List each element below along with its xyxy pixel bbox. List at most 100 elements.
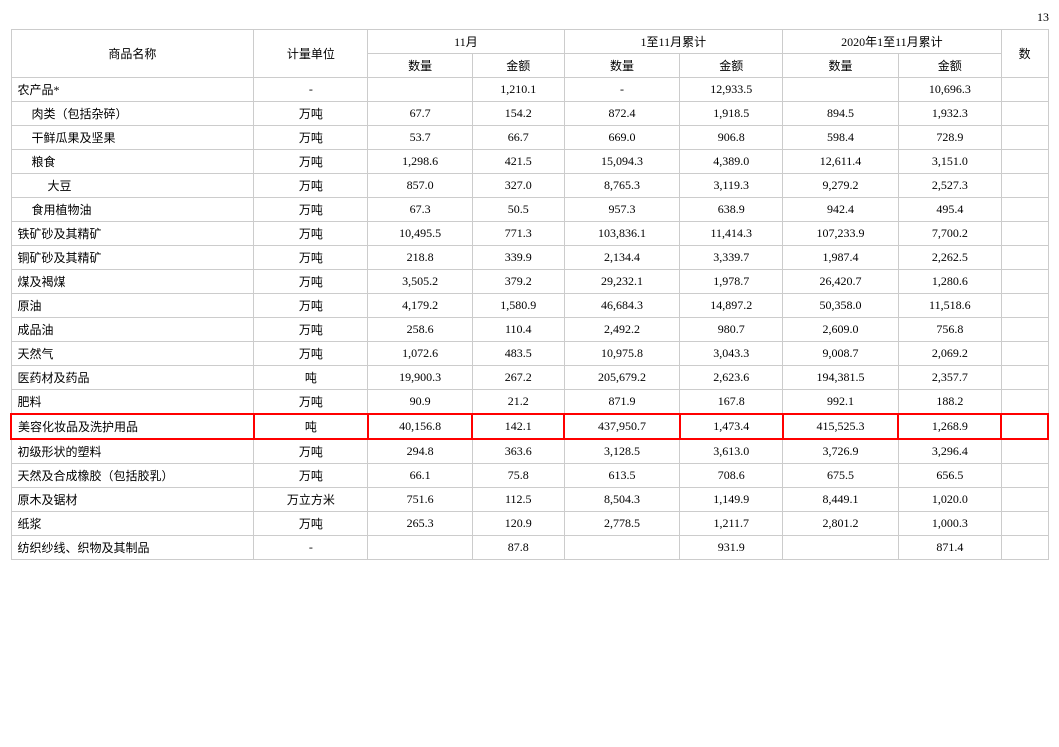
cell-ytd-amt: 2,623.6 — [680, 366, 783, 390]
cell-product-name: 成品油 — [11, 318, 254, 342]
cell-extra — [1001, 246, 1048, 270]
cell-extra — [1001, 342, 1048, 366]
cell-product-name: 原木及锯材 — [11, 488, 254, 512]
cell-extra — [1001, 488, 1048, 512]
cell-nov-amt: 66.7 — [472, 126, 564, 150]
cell-nov-qty: 265.3 — [368, 512, 473, 536]
cell-prev-qty: 894.5 — [783, 102, 899, 126]
cell-nov-amt: 112.5 — [472, 488, 564, 512]
cell-prev-amt: 2,262.5 — [898, 246, 1001, 270]
cell-ytd-amt: 3,043.3 — [680, 342, 783, 366]
cell-ytd-qty: 872.4 — [564, 102, 680, 126]
cell-unit: - — [254, 78, 368, 102]
cell-unit: 万吨 — [254, 270, 368, 294]
cell-product-name: 大豆 — [11, 174, 254, 198]
cell-unit: 万吨 — [254, 222, 368, 246]
cell-unit: 万吨 — [254, 512, 368, 536]
cell-ytd-amt: 11,414.3 — [680, 222, 783, 246]
cell-unit: 万吨 — [254, 318, 368, 342]
cell-unit: 万立方米 — [254, 488, 368, 512]
cell-ytd-qty: 613.5 — [564, 464, 680, 488]
cell-nov-amt: 421.5 — [472, 150, 564, 174]
cell-product-name: 干鲜瓜果及坚果 — [11, 126, 254, 150]
table-row: 粮食万吨1,298.6421.515,094.34,389.012,611.43… — [11, 150, 1048, 174]
cell-unit: 吨 — [254, 366, 368, 390]
cell-unit: 万吨 — [254, 390, 368, 415]
cell-unit: 吨 — [254, 414, 368, 439]
cell-nov-qty: 67.7 — [368, 102, 473, 126]
cell-ytd-qty: 871.9 — [564, 390, 680, 415]
cell-nov-qty: 67.3 — [368, 198, 473, 222]
cell-prev-amt: 495.4 — [898, 198, 1001, 222]
cell-ytd-qty: 2,134.4 — [564, 246, 680, 270]
col-ytd-amt: 金额 — [680, 54, 783, 78]
col-prev-amt: 金额 — [898, 54, 1001, 78]
cell-prev-qty: 2,801.2 — [783, 512, 899, 536]
cell-prev-qty: 8,449.1 — [783, 488, 899, 512]
cell-product-name: 粮食 — [11, 150, 254, 174]
cell-prev-amt: 10,696.3 — [898, 78, 1001, 102]
cell-nov-amt: 1,580.9 — [472, 294, 564, 318]
cell-extra — [1001, 126, 1048, 150]
cell-ytd-amt: 708.6 — [680, 464, 783, 488]
cell-extra — [1001, 439, 1048, 464]
cell-unit: 万吨 — [254, 294, 368, 318]
cell-product-name: 医药材及药品 — [11, 366, 254, 390]
cell-product-name: 农产品* — [11, 78, 254, 102]
cell-nov-amt: 120.9 — [472, 512, 564, 536]
cell-prev-amt: 2,357.7 — [898, 366, 1001, 390]
cell-extra — [1001, 270, 1048, 294]
cell-extra — [1001, 78, 1048, 102]
cell-ytd-qty: 2,778.5 — [564, 512, 680, 536]
table-row: 食用植物油万吨67.350.5957.3638.9942.4495.4 — [11, 198, 1048, 222]
cell-ytd-qty: 2,492.2 — [564, 318, 680, 342]
cell-prev-amt: 756.8 — [898, 318, 1001, 342]
cell-ytd-amt: 4,389.0 — [680, 150, 783, 174]
cell-nov-amt: 110.4 — [472, 318, 564, 342]
table-row: 干鲜瓜果及坚果万吨53.766.7669.0906.8598.4728.9 — [11, 126, 1048, 150]
cell-extra — [1001, 414, 1048, 439]
cell-prev-qty: 992.1 — [783, 390, 899, 415]
cell-ytd-qty: 957.3 — [564, 198, 680, 222]
cell-unit: 万吨 — [254, 102, 368, 126]
table-row: 原木及锯材万立方米751.6112.58,504.31,149.98,449.1… — [11, 488, 1048, 512]
cell-product-name: 天然及合成橡胶（包括胶乳） — [11, 464, 254, 488]
col-product-name: 商品名称 — [11, 30, 254, 78]
table-row: 大豆万吨857.0327.08,765.33,119.39,279.22,527… — [11, 174, 1048, 198]
table-row: 铁矿砂及其精矿万吨10,495.5771.3103,836.111,414.31… — [11, 222, 1048, 246]
cell-prev-amt: 2,069.2 — [898, 342, 1001, 366]
cell-nov-amt: 21.2 — [472, 390, 564, 415]
cell-ytd-qty: 8,504.3 — [564, 488, 680, 512]
cell-nov-amt: 483.5 — [472, 342, 564, 366]
cell-product-name: 食用植物油 — [11, 198, 254, 222]
page-number: 13 — [10, 10, 1049, 25]
cell-ytd-amt: 1,211.7 — [680, 512, 783, 536]
cell-unit: - — [254, 536, 368, 560]
cell-ytd-amt: 12,933.5 — [680, 78, 783, 102]
cell-prev-amt: 1,000.3 — [898, 512, 1001, 536]
table-row: 纸浆万吨265.3120.92,778.51,211.72,801.21,000… — [11, 512, 1048, 536]
cell-unit: 万吨 — [254, 342, 368, 366]
cell-product-name: 铁矿砂及其精矿 — [11, 222, 254, 246]
cell-prev-qty: 598.4 — [783, 126, 899, 150]
cell-ytd-amt: 906.8 — [680, 126, 783, 150]
cell-ytd-qty: 15,094.3 — [564, 150, 680, 174]
cell-unit: 万吨 — [254, 150, 368, 174]
cell-prev-amt: 2,527.3 — [898, 174, 1001, 198]
cell-ytd-amt: 638.9 — [680, 198, 783, 222]
cell-nov-amt: 154.2 — [472, 102, 564, 126]
cell-prev-qty: 675.5 — [783, 464, 899, 488]
cell-unit: 万吨 — [254, 198, 368, 222]
cell-prev-qty: 942.4 — [783, 198, 899, 222]
cell-extra — [1001, 174, 1048, 198]
cell-nov-amt: 87.8 — [472, 536, 564, 560]
cell-nov-qty: 19,900.3 — [368, 366, 473, 390]
cell-ytd-qty: - — [564, 78, 680, 102]
cell-ytd-qty: 29,232.1 — [564, 270, 680, 294]
cell-ytd-amt: 931.9 — [680, 536, 783, 560]
cell-prev-qty: 1,987.4 — [783, 246, 899, 270]
table-row: 初级形状的塑料万吨294.8363.63,128.53,613.03,726.9… — [11, 439, 1048, 464]
cell-nov-qty: 857.0 — [368, 174, 473, 198]
col-prev-qty: 数量 — [783, 54, 899, 78]
cell-ytd-qty — [564, 536, 680, 560]
